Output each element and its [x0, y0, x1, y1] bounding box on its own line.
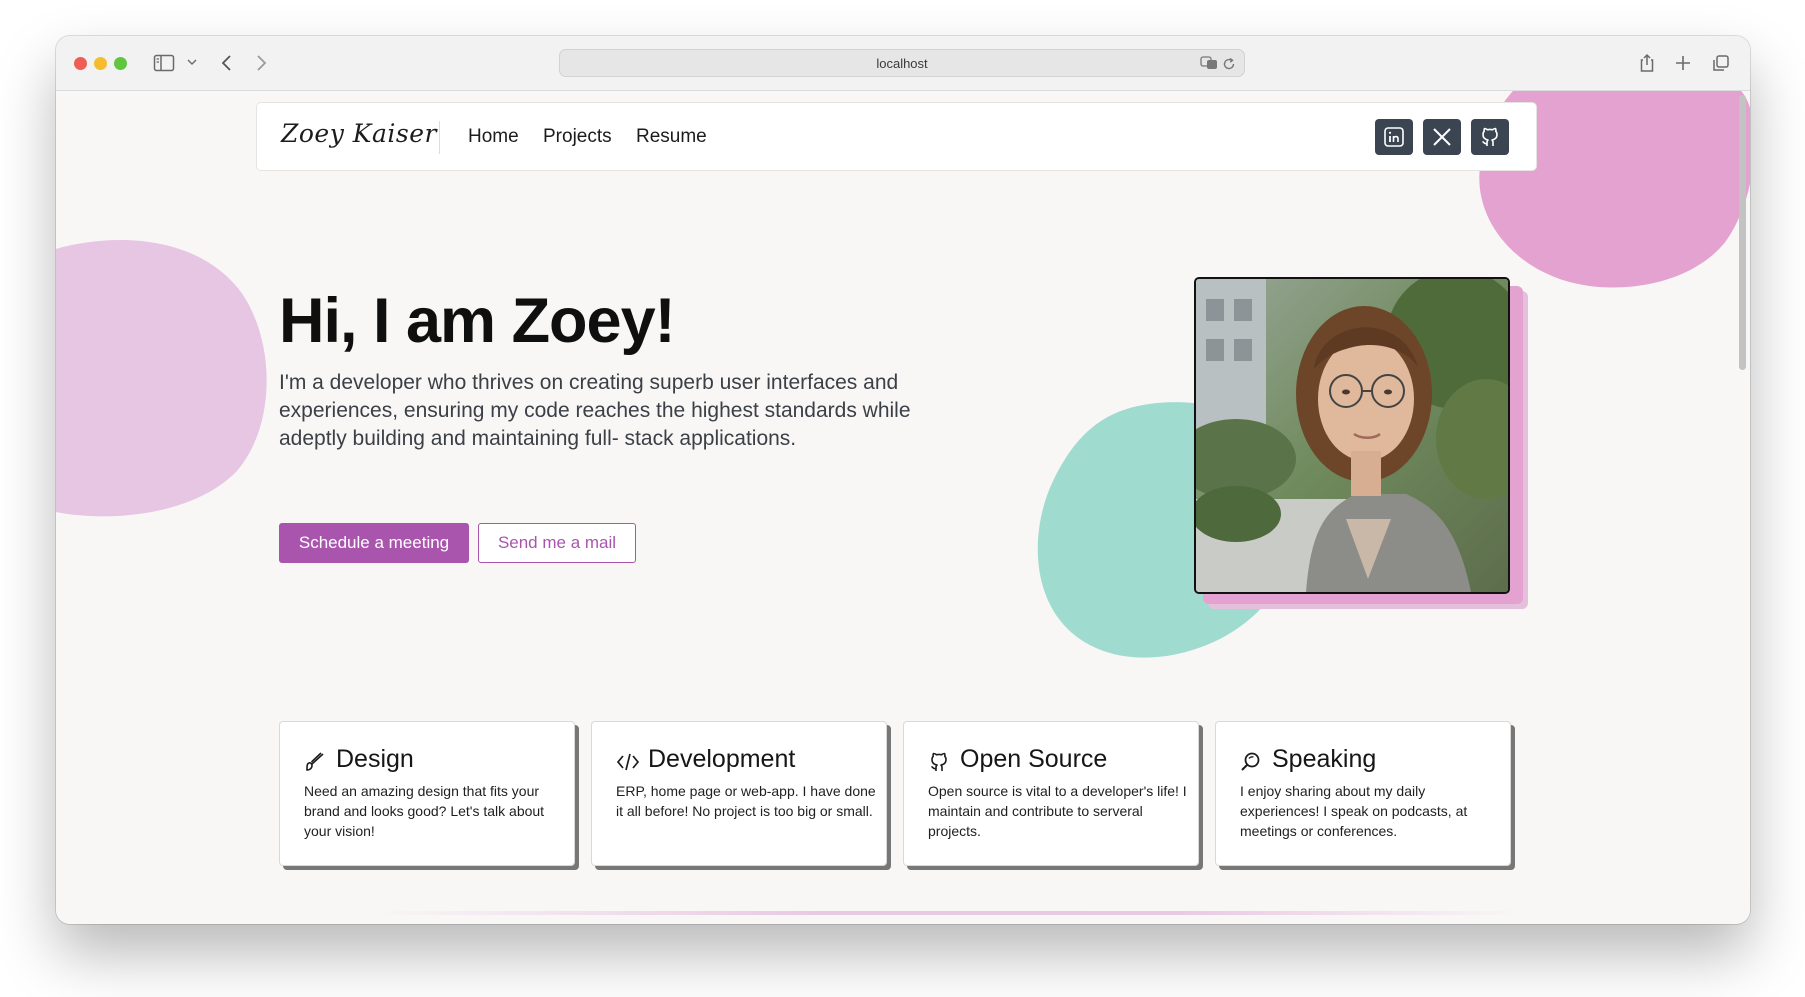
section-divider: [366, 911, 1526, 915]
decorative-blob-lilac: [56, 240, 267, 517]
hero-title: Hi, I am Zoey!: [279, 286, 676, 356]
card-title: Speaking: [1272, 745, 1377, 773]
github-icon: [1482, 127, 1498, 146]
sidebar-icon[interactable]: [153, 53, 175, 73]
x-twitter-button[interactable]: [1423, 119, 1461, 155]
card-description: ERP, home page or web-app. I have done i…: [616, 783, 876, 819]
card-description: I enjoy sharing about my daily experienc…: [1240, 783, 1468, 839]
top-navigation: Zoey Kaiser Home Projects Resume: [256, 102, 1537, 171]
x-icon: [1433, 128, 1451, 146]
chevron-down-icon[interactable]: [187, 58, 197, 78]
back-arrow-icon[interactable]: [220, 53, 234, 73]
service-card-speaking: Speaking I enjoy sharing about my daily …: [1215, 721, 1511, 866]
service-card-development: Development ERP, home page or web-app. I…: [591, 721, 887, 866]
hero-description: I'm a developer who thrives on creating …: [279, 371, 911, 450]
brand-name[interactable]: Zoey Kaiser: [281, 119, 437, 148]
card-description: Need an amazing design that fits your br…: [304, 783, 545, 839]
nav-divider: [439, 121, 440, 154]
close-window-button[interactable]: [74, 57, 87, 70]
github-button[interactable]: [1471, 119, 1509, 155]
nav-link-home[interactable]: Home: [468, 126, 519, 148]
schedule-meeting-button[interactable]: Schedule a meeting: [279, 523, 469, 563]
card-title: Open Source: [960, 745, 1108, 773]
card-title: Design: [336, 745, 414, 773]
card-description: Open source is vital to a developer's li…: [928, 783, 1187, 839]
browser-window: localhost Zoey Kaiser Home Projects Resu…: [56, 36, 1750, 924]
nav-link-projects[interactable]: Projects: [543, 126, 612, 148]
service-card-design: Design Need an amazing design that fits …: [279, 721, 575, 866]
github-icon: [928, 751, 950, 777]
brush-icon: [304, 751, 326, 777]
tab-overview-icon[interactable]: [1712, 53, 1730, 73]
minimize-window-button[interactable]: [94, 57, 107, 70]
page-content: Zoey Kaiser Home Projects Resume Hi, I a…: [56, 91, 1750, 924]
profile-photo: [1194, 277, 1510, 594]
linkedin-button[interactable]: [1375, 119, 1413, 155]
url-text: localhost: [876, 56, 928, 71]
linkedin-icon: [1384, 127, 1404, 147]
forward-arrow-icon[interactable]: [254, 53, 268, 73]
service-card-open-source: Open Source Open source is vital to a de…: [903, 721, 1199, 866]
share-icon[interactable]: [1639, 53, 1655, 73]
search-icon: [1240, 751, 1262, 777]
card-title: Development: [648, 745, 796, 773]
nav-link-resume[interactable]: Resume: [636, 126, 707, 148]
browser-toolbar: localhost: [56, 36, 1750, 91]
page-scrollbar[interactable]: [1739, 95, 1746, 370]
address-bar[interactable]: localhost: [559, 49, 1245, 77]
send-mail-button[interactable]: Send me a mail: [478, 523, 636, 563]
new-tab-icon[interactable]: [1675, 53, 1691, 73]
translate-icon[interactable]: [1200, 55, 1218, 75]
maximize-window-button[interactable]: [114, 57, 127, 70]
reload-icon[interactable]: [1222, 56, 1236, 75]
code-icon: [616, 751, 640, 777]
